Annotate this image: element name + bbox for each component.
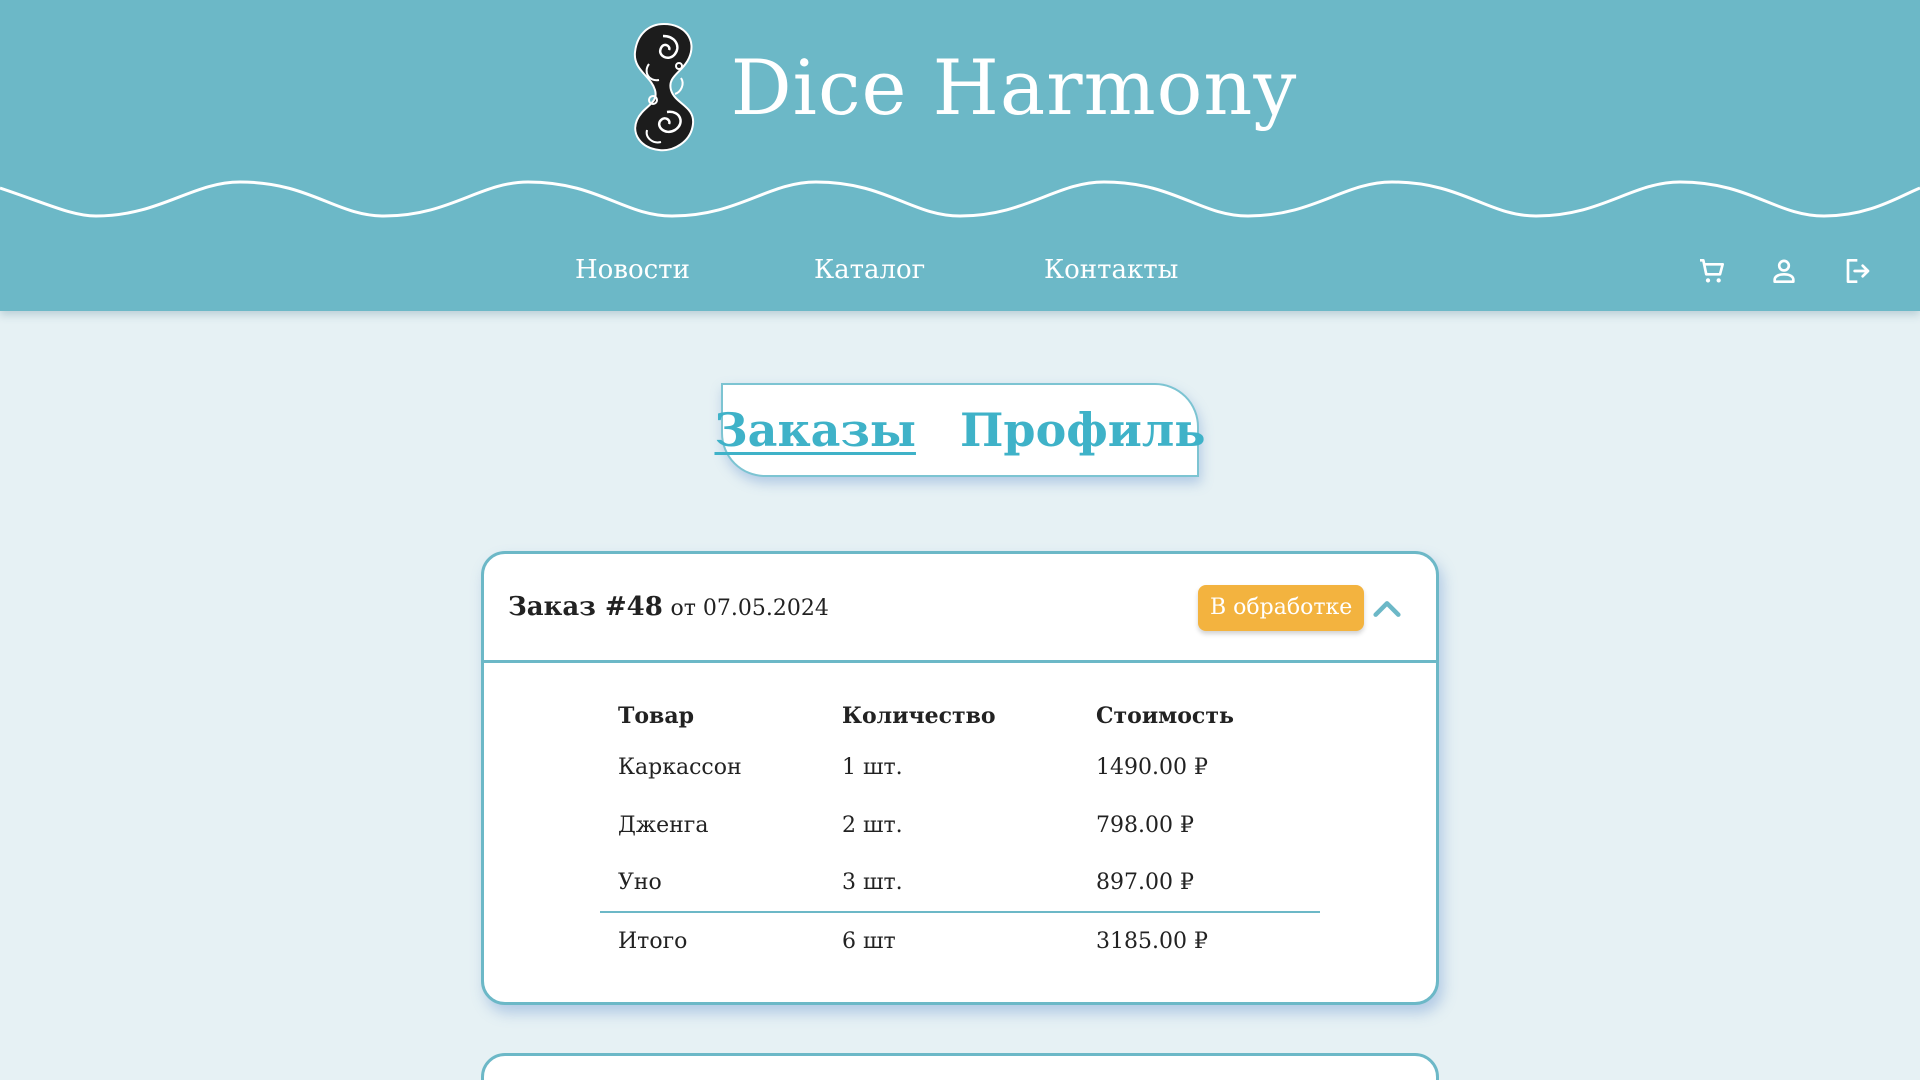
column-header-quantity: Количество	[842, 703, 996, 729]
status-badge: В обработке	[1198, 585, 1365, 631]
table-row: Дженга 2 шт. 798.00 ₽	[600, 796, 1320, 854]
table-header-row: Товар Количество Стоимость	[600, 694, 1320, 738]
item-name: Дженга	[618, 812, 709, 838]
nav-link-news[interactable]: Новости	[575, 255, 690, 285]
header-wave	[0, 180, 1920, 218]
site-header: Dice Harmony Новости Каталог Контакты	[0, 0, 1920, 311]
main-nav: Новости Каталог Контакты	[0, 255, 1920, 295]
table-row: Каркассон 1 шт. 1490.00 ₽	[600, 738, 1320, 796]
total-quantity: 6 шт	[824, 911, 1078, 970]
tab-orders[interactable]: Заказы	[714, 403, 915, 457]
item-cost: 897.00 ₽	[1096, 870, 1194, 895]
table-row: Уно 3 шт. 897.00 ₽	[600, 854, 1320, 912]
nav-link-catalog[interactable]: Каталог	[814, 255, 925, 285]
site-title: Dice Harmony	[730, 43, 1298, 132]
account-tabs: Заказы Профиль	[714, 383, 1206, 477]
order-items-table: Товар Количество Стоимость Каркассон 1 ш…	[600, 694, 1320, 970]
nav-link-contacts[interactable]: Контакты	[1044, 255, 1178, 285]
column-header-product: Товар	[618, 703, 694, 729]
nav-icons	[1696, 255, 1872, 287]
item-quantity: 1 шт.	[842, 754, 903, 780]
item-cost: 798.00 ₽	[1096, 812, 1194, 838]
order-card: Заказ #48 от 07.05.2024 В обработке Това…	[481, 551, 1439, 1005]
chevron-up-icon[interactable]	[1370, 592, 1404, 626]
order-number: Заказ #48	[508, 592, 663, 622]
item-cost: 1490.00 ₽	[1096, 754, 1208, 780]
total-label: Итого	[600, 911, 824, 970]
order-title: Заказ #48 от 07.05.2024	[508, 592, 829, 622]
total-cost: 3185.00 ₽	[1078, 911, 1320, 970]
cart-icon[interactable]	[1696, 255, 1728, 287]
item-quantity: 2 шт.	[842, 812, 903, 838]
total-row: Итого 6 шт 3185.00 ₽	[600, 911, 1320, 970]
order-card[interactable]	[481, 1053, 1439, 1080]
item-quantity: 3 шт.	[842, 870, 903, 895]
brand: Dice Harmony	[0, 20, 1920, 155]
order-date: от 07.05.2024	[670, 596, 829, 621]
tab-profile[interactable]: Профиль	[960, 403, 1206, 457]
item-name: Уно	[618, 870, 662, 895]
column-header-cost: Стоимость	[1096, 703, 1234, 729]
logout-icon[interactable]	[1840, 255, 1872, 287]
swirl-logo-icon[interactable]	[623, 20, 705, 155]
order-card-header[interactable]: Заказ #48 от 07.05.2024 В обработке	[484, 554, 1436, 663]
user-icon[interactable]	[1768, 255, 1800, 287]
item-name: Каркассон	[618, 754, 742, 780]
